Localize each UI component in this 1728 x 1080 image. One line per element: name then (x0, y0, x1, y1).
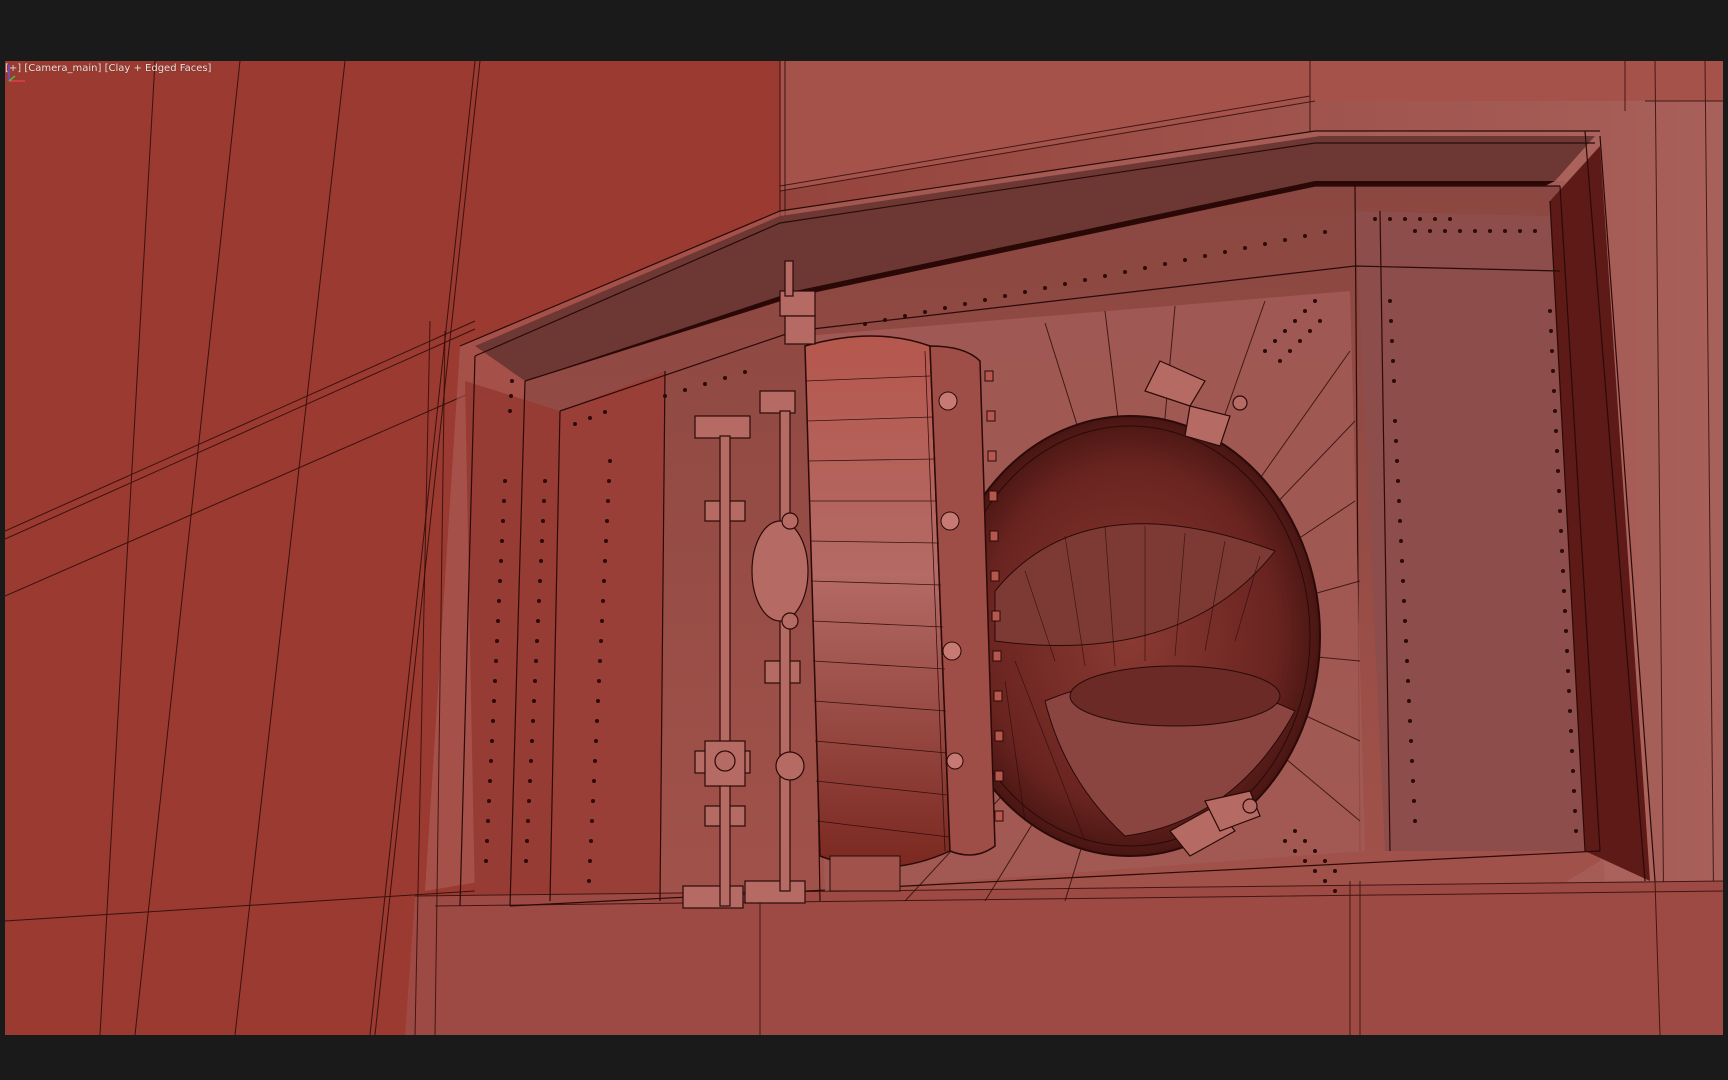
letterbox-top (0, 0, 1728, 61)
vault-door[interactable] (804, 335, 1004, 892)
shading-mode-selector[interactable]: [Clay + Edged Faces] (105, 63, 212, 74)
viewport-border-right (1723, 61, 1728, 1035)
door-bottom-knob (829, 855, 901, 892)
recess-left-face (550, 371, 665, 901)
viewport-label: [+] [Camera_main] [Clay + Edged Faces] (5, 63, 211, 74)
axis-gizmo-icon (8, 65, 25, 82)
letterbox-bottom (0, 1035, 1728, 1080)
camera-selector[interactable]: [Camera_main] (24, 63, 101, 74)
3d-viewport[interactable]: [+] [Camera_main] [Clay + Edged Faces] (5, 61, 1723, 1035)
recess-right-panel (1355, 211, 1585, 851)
tunnel-floor-disk (1069, 665, 1281, 727)
viewport-render[interactable] (5, 61, 1723, 1035)
